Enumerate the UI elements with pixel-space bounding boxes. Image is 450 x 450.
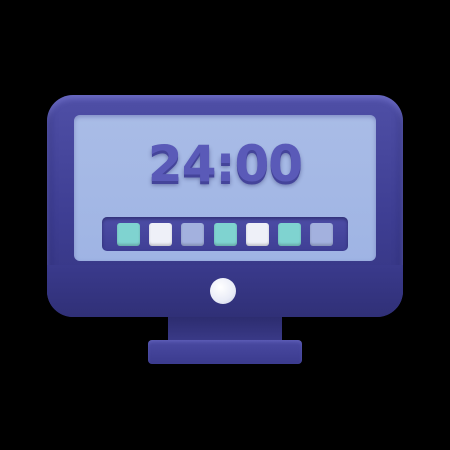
indicator-slot-7: [309, 222, 333, 246]
indicator-slot-2: [149, 222, 173, 246]
indicator-slot-6: [277, 222, 301, 246]
monitor-screen: 24:00: [74, 115, 376, 261]
monitor-illustration: 24:00: [0, 0, 450, 450]
indicator-slot-bar: [102, 217, 348, 251]
monitor-stand-base: [148, 340, 302, 364]
clock-time-display: 24:00: [147, 135, 303, 193]
power-button[interactable]: [210, 278, 236, 304]
monitor-body: 24:00: [47, 95, 403, 317]
indicator-slot-4: [213, 222, 237, 246]
monitor-stand-neck: [168, 316, 282, 342]
indicator-slot-3: [181, 222, 205, 246]
indicator-slot-5: [245, 222, 269, 246]
indicator-slot-1: [117, 222, 141, 246]
